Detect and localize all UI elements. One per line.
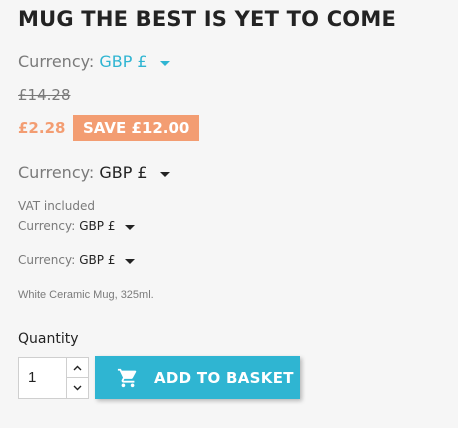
currency-selector-1[interactable]: Currency: GBP £ xyxy=(18,52,170,71)
product-title: MUG THE BEST IS YET TO COME xyxy=(18,7,396,31)
currency-label: Currency: xyxy=(18,163,95,182)
add-to-basket-label: ADD TO BASKET xyxy=(154,368,294,387)
currency-selector-3[interactable]: Currency: GBP £ xyxy=(18,219,136,233)
decrement-button[interactable] xyxy=(67,378,88,398)
caret-down-icon[interactable] xyxy=(125,224,136,230)
quantity-stepper[interactable] xyxy=(66,357,89,399)
discount-badge: SAVE £12.00 xyxy=(73,115,200,141)
currency-selector-2[interactable]: Currency: GBP £ xyxy=(18,163,170,182)
caret-down-icon[interactable] xyxy=(159,60,170,66)
quantity-label: Quantity xyxy=(18,331,79,347)
currency-label: Currency: xyxy=(18,52,95,71)
currency-value[interactable]: GBP £ xyxy=(79,253,115,267)
currency-value[interactable]: GBP £ xyxy=(99,52,147,71)
increment-button[interactable] xyxy=(67,358,88,378)
add-to-basket-button[interactable]: ADD TO BASKET xyxy=(95,356,300,399)
currency-selector-4[interactable]: Currency: GBP £ xyxy=(18,253,136,267)
chevron-down-icon xyxy=(73,385,82,391)
caret-down-icon[interactable] xyxy=(125,258,136,264)
chevron-up-icon xyxy=(73,365,82,370)
currency-label: Currency: xyxy=(18,219,76,233)
tax-label: VAT included xyxy=(18,199,95,213)
product-description: White Ceramic Mug, 325ml. xyxy=(18,289,154,301)
regular-price: £14.28 xyxy=(18,86,71,104)
current-price: £2.28 xyxy=(18,119,66,137)
quantity-input[interactable]: 1 xyxy=(18,357,66,399)
currency-value[interactable]: GBP £ xyxy=(99,163,147,182)
currency-label: Currency: xyxy=(18,253,76,267)
shopping-cart-icon xyxy=(117,367,139,389)
caret-down-icon[interactable] xyxy=(159,171,170,177)
currency-value[interactable]: GBP £ xyxy=(79,219,115,233)
